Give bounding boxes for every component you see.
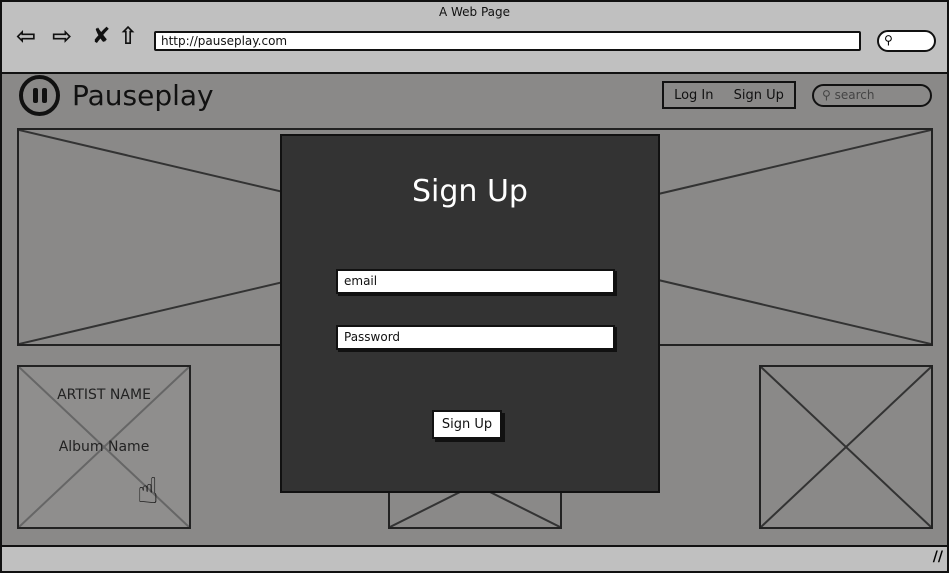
album-name: Album Name	[58, 439, 150, 455]
signup-link[interactable]: Sign Up	[734, 88, 784, 103]
auth-links: Log In Sign Up	[662, 81, 796, 109]
forward-arrow-icon[interactable]: ⇨	[52, 22, 72, 50]
status-bar: //	[2, 545, 947, 571]
url-bar[interactable]: http://pauseplay.com	[154, 31, 861, 51]
back-arrow-icon[interactable]: ⇦	[16, 22, 36, 50]
window-title: A Web Page	[438, 5, 511, 19]
password-field[interactable]: Password	[336, 325, 615, 350]
signup-modal: Sign Up email Password Sign Up	[280, 134, 660, 493]
brand-name: Pauseplay	[72, 79, 214, 112]
pause-logo-icon	[19, 75, 60, 116]
placeholder-cross	[761, 367, 931, 527]
email-field[interactable]: email	[336, 269, 615, 294]
album-card[interactable]: ARTIST NAME Album Name ☝	[17, 365, 191, 529]
search-icon: ⚲	[884, 33, 893, 47]
hand-cursor-icon: ☝	[137, 471, 159, 512]
browser-search[interactable]: ⚲	[877, 30, 936, 52]
artist-name: ARTIST NAME	[57, 387, 151, 403]
album-placeholder-right	[759, 365, 933, 529]
resize-grip-icon[interactable]: //	[933, 549, 943, 565]
signup-submit-button[interactable]: Sign Up	[432, 410, 502, 439]
search-placeholder: search	[834, 88, 875, 102]
modal-title: Sign Up	[412, 174, 528, 209]
home-icon[interactable]: ⇧	[118, 22, 138, 50]
close-x-icon[interactable]: ✘	[92, 24, 110, 49]
search-icon: ⚲	[822, 88, 835, 102]
site-search-input[interactable]: ⚲ search	[812, 84, 932, 107]
login-link[interactable]: Log In	[674, 88, 713, 103]
